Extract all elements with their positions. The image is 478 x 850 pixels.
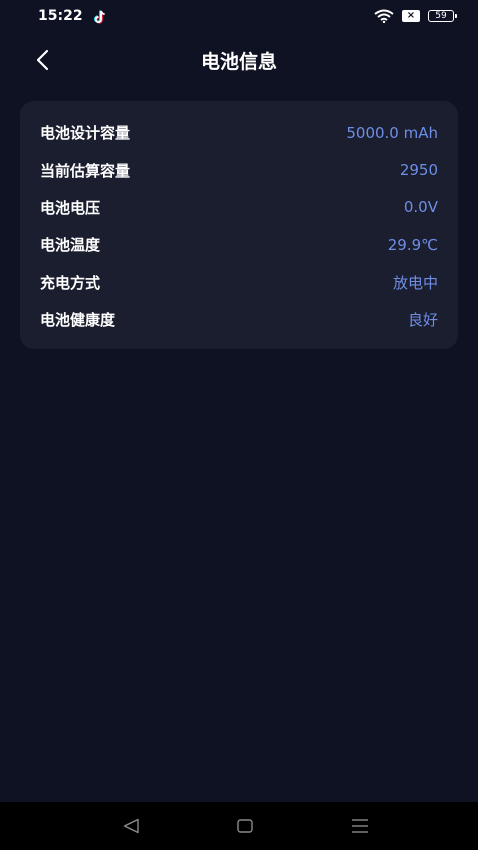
info-row-voltage: 电池电压 0.0V	[40, 189, 438, 226]
page-title: 电池信息	[200, 51, 277, 73]
wifi-icon	[374, 9, 394, 23]
info-row-design-capacity: 电池设计容量 5000.0 mAh	[40, 114, 438, 151]
info-value: 2950	[399, 161, 438, 180]
info-value: 0.0V	[403, 198, 438, 217]
battery-level: 59	[435, 11, 447, 21]
info-label: 充电方式	[40, 273, 101, 292]
info-value: 良好	[407, 311, 438, 330]
info-value: 放电中	[392, 273, 438, 292]
battery-info-card: 电池设计容量 5000.0 mAh 当前估算容量 2950 电池电压 0.0V …	[20, 101, 458, 349]
info-label: 电池设计容量	[40, 124, 131, 143]
info-row-charging-mode: 充电方式 放电中	[40, 264, 438, 301]
info-value: 29.9℃	[387, 235, 438, 254]
sim-badge: ×	[406, 10, 416, 21]
nav-back-icon	[123, 818, 139, 834]
info-label: 电池健康度	[40, 311, 116, 330]
nav-menu-icon	[352, 819, 368, 833]
nav-home-icon	[237, 819, 253, 833]
info-label: 电池温度	[40, 236, 101, 255]
battery-icon: 59	[428, 10, 457, 22]
navigation-bar	[0, 802, 478, 850]
info-row-health: 电池健康度 良好	[40, 301, 438, 338]
nav-back-button[interactable]	[119, 814, 143, 838]
info-label: 当前估算容量	[40, 161, 131, 180]
header: 电池信息	[0, 40, 478, 80]
status-icons: × 59	[374, 9, 457, 23]
info-row-temperature: 电池温度 29.9℃	[40, 226, 438, 263]
info-label: 电池电压	[40, 198, 101, 217]
info-row-estimated-capacity: 当前估算容量 2950	[40, 151, 438, 188]
info-value: 5000.0 mAh	[346, 123, 438, 142]
nav-menu-button[interactable]	[348, 814, 372, 838]
tiktok-icon	[94, 10, 105, 24]
status-time: 15:22	[38, 8, 83, 24]
sim-icon: ×	[402, 10, 420, 22]
nav-home-button[interactable]	[233, 814, 257, 838]
status-bar: 15:22 × 59	[0, 0, 478, 34]
